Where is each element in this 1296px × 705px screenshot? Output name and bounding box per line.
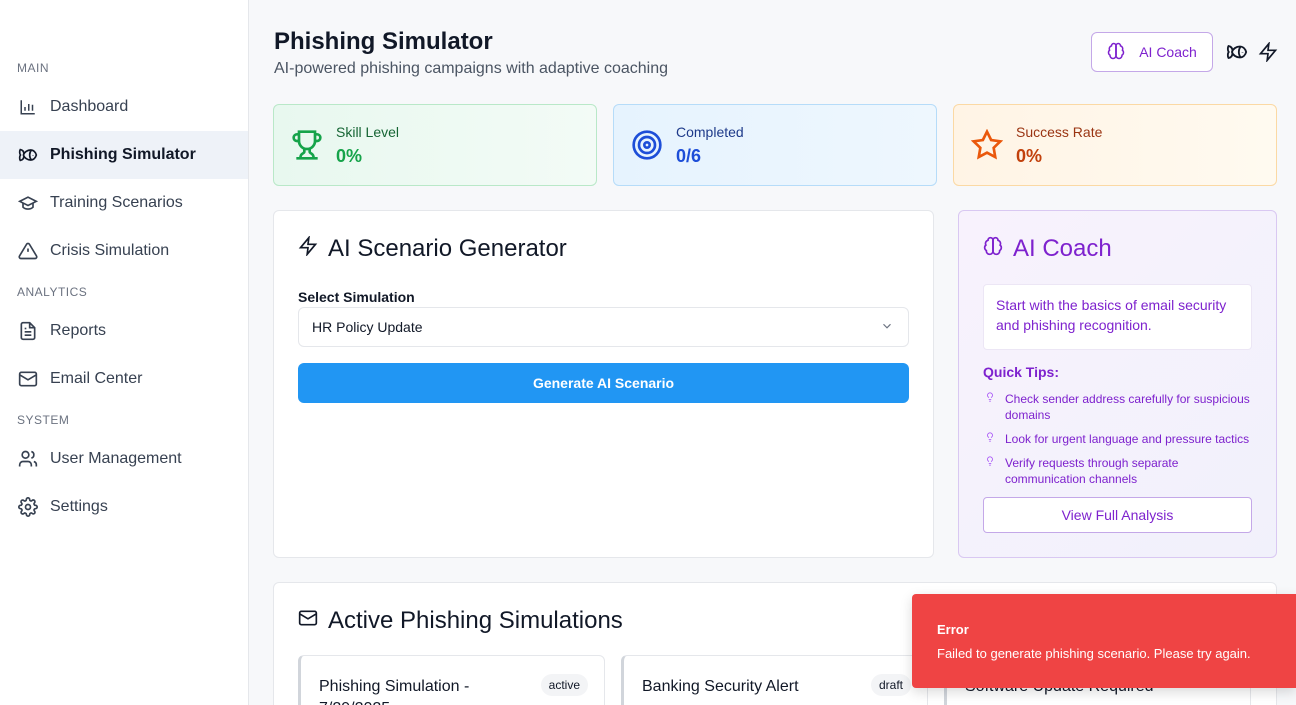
lightbulb-icon xyxy=(985,391,995,423)
simulation-card[interactable]: Phishing Simulation - 7/29/2025 active xyxy=(298,655,605,705)
sidebar-item-label: Training Scenarios xyxy=(50,194,183,211)
sidebar-item-label: Reports xyxy=(50,322,107,339)
sidebar-item-phishing-simulator[interactable]: Phishing Simulator xyxy=(0,131,248,179)
ai-coach-button-label: AI Coach xyxy=(1139,44,1197,60)
sidebar-item-settings[interactable]: Settings xyxy=(0,483,248,531)
sidebar-item-user-management[interactable]: User Management xyxy=(0,435,248,483)
section-label-main: MAIN xyxy=(17,61,49,75)
graduation-cap-icon xyxy=(18,193,38,213)
stat-card-completed: Completed 0/6 xyxy=(613,104,937,186)
sidebar-item-reports[interactable]: Reports xyxy=(0,307,248,355)
lightbulb-icon xyxy=(985,455,995,487)
warning-icon xyxy=(18,241,38,261)
tip-text: Look for urgent language and pressure ta… xyxy=(1005,432,1250,446)
fish-icon[interactable] xyxy=(1226,41,1248,63)
tip-text: Verify requests through separate communi… xyxy=(1005,456,1179,486)
page-title: Phishing Simulator xyxy=(274,28,493,55)
card-title: Active Phishing Simulations xyxy=(298,607,623,635)
file-text-icon xyxy=(18,321,38,341)
stat-card-skill-level: Skill Level 0% xyxy=(273,104,597,186)
chevron-down-icon xyxy=(880,319,894,336)
sidebar: MAIN Dashboard Phishing Simulator Traini… xyxy=(0,0,249,705)
sidebar-item-crisis-simulation[interactable]: Crisis Simulation xyxy=(0,227,248,275)
stat-label: Success Rate xyxy=(1016,123,1103,140)
bar-chart-icon xyxy=(18,97,38,117)
sidebar-item-label: Settings xyxy=(50,498,108,515)
card-title-text: AI Scenario Generator xyxy=(328,235,567,262)
tip-item: Look for urgent language and pressure ta… xyxy=(985,431,1255,447)
card-title-text: Active Phishing Simulations xyxy=(328,607,623,634)
simulation-select[interactable]: HR Policy Update xyxy=(298,307,909,347)
stat-label: Completed xyxy=(676,123,744,140)
stat-card-success-rate: Success Rate 0% xyxy=(953,104,1277,186)
section-label-system: SYSTEM xyxy=(17,413,70,427)
stat-value: 0/6 xyxy=(676,145,702,166)
simulation-card[interactable]: Banking Security Alert draft xyxy=(621,655,928,705)
tip-text: Check sender address carefully for suspi… xyxy=(1005,392,1250,422)
select-simulation-label: Select Simulation xyxy=(298,289,415,305)
error-toast[interactable]: Error Failed to generate phishing scenar… xyxy=(912,594,1296,688)
card-title: AI Scenario Generator xyxy=(298,234,567,263)
mail-icon xyxy=(298,607,318,635)
brain-icon xyxy=(983,235,1003,263)
simulation-title: Banking Security Alert xyxy=(642,678,799,695)
target-icon xyxy=(630,128,664,162)
ai-coach-button[interactable]: AI Coach xyxy=(1091,32,1213,72)
stat-value: 0% xyxy=(1016,145,1043,166)
scenario-generator-card: AI Scenario Generator Select Simulation … xyxy=(273,210,934,558)
simulation-select-value: HR Policy Update xyxy=(312,319,423,335)
coach-message: Start with the basics of email security … xyxy=(983,284,1252,350)
lightning-icon[interactable] xyxy=(1257,41,1279,63)
generate-ai-scenario-button[interactable]: Generate AI Scenario xyxy=(298,363,909,403)
section-label-analytics: ANALYTICS xyxy=(17,285,88,299)
sidebar-item-label: Crisis Simulation xyxy=(50,242,170,259)
quick-tips-title: Quick Tips: xyxy=(983,364,1059,380)
stat-value: 0% xyxy=(336,145,363,166)
sidebar-item-label: Dashboard xyxy=(50,98,129,115)
lightning-icon xyxy=(298,234,318,263)
users-icon xyxy=(18,449,38,469)
star-icon xyxy=(970,128,1004,162)
ai-coach-card: AI Coach Start with the basics of email … xyxy=(958,210,1277,558)
sidebar-item-email-center[interactable]: Email Center xyxy=(0,355,248,403)
page-subtitle: AI-powered phishing campaigns with adapt… xyxy=(274,60,669,77)
trophy-icon xyxy=(290,128,324,162)
card-title-text: AI Coach xyxy=(1013,235,1112,262)
tip-item: Verify requests through separate communi… xyxy=(985,455,1255,487)
status-badge: draft xyxy=(870,674,911,696)
sidebar-item-label: Phishing Simulator xyxy=(50,146,196,163)
status-badge: active xyxy=(540,674,588,696)
view-full-analysis-button[interactable]: View Full Analysis xyxy=(983,497,1252,533)
sidebar-item-dashboard[interactable]: Dashboard xyxy=(0,83,248,131)
sidebar-item-training-scenarios[interactable]: Training Scenarios xyxy=(0,179,248,227)
fish-icon xyxy=(18,145,38,165)
lightbulb-icon xyxy=(985,431,995,447)
card-title: AI Coach xyxy=(983,235,1112,263)
sidebar-item-label: Email Center xyxy=(50,370,143,387)
brain-icon xyxy=(1107,42,1125,63)
sidebar-item-label: User Management xyxy=(50,450,182,467)
gear-icon xyxy=(18,497,38,517)
tip-item: Check sender address carefully for suspi… xyxy=(985,391,1255,423)
toast-title: Error xyxy=(937,622,969,637)
stat-label: Skill Level xyxy=(336,123,400,140)
simulation-title: Phishing Simulation - 7/29/2025 xyxy=(319,678,470,705)
toast-message: Failed to generate phishing scenario. Pl… xyxy=(937,646,1251,661)
mail-icon xyxy=(18,369,38,389)
